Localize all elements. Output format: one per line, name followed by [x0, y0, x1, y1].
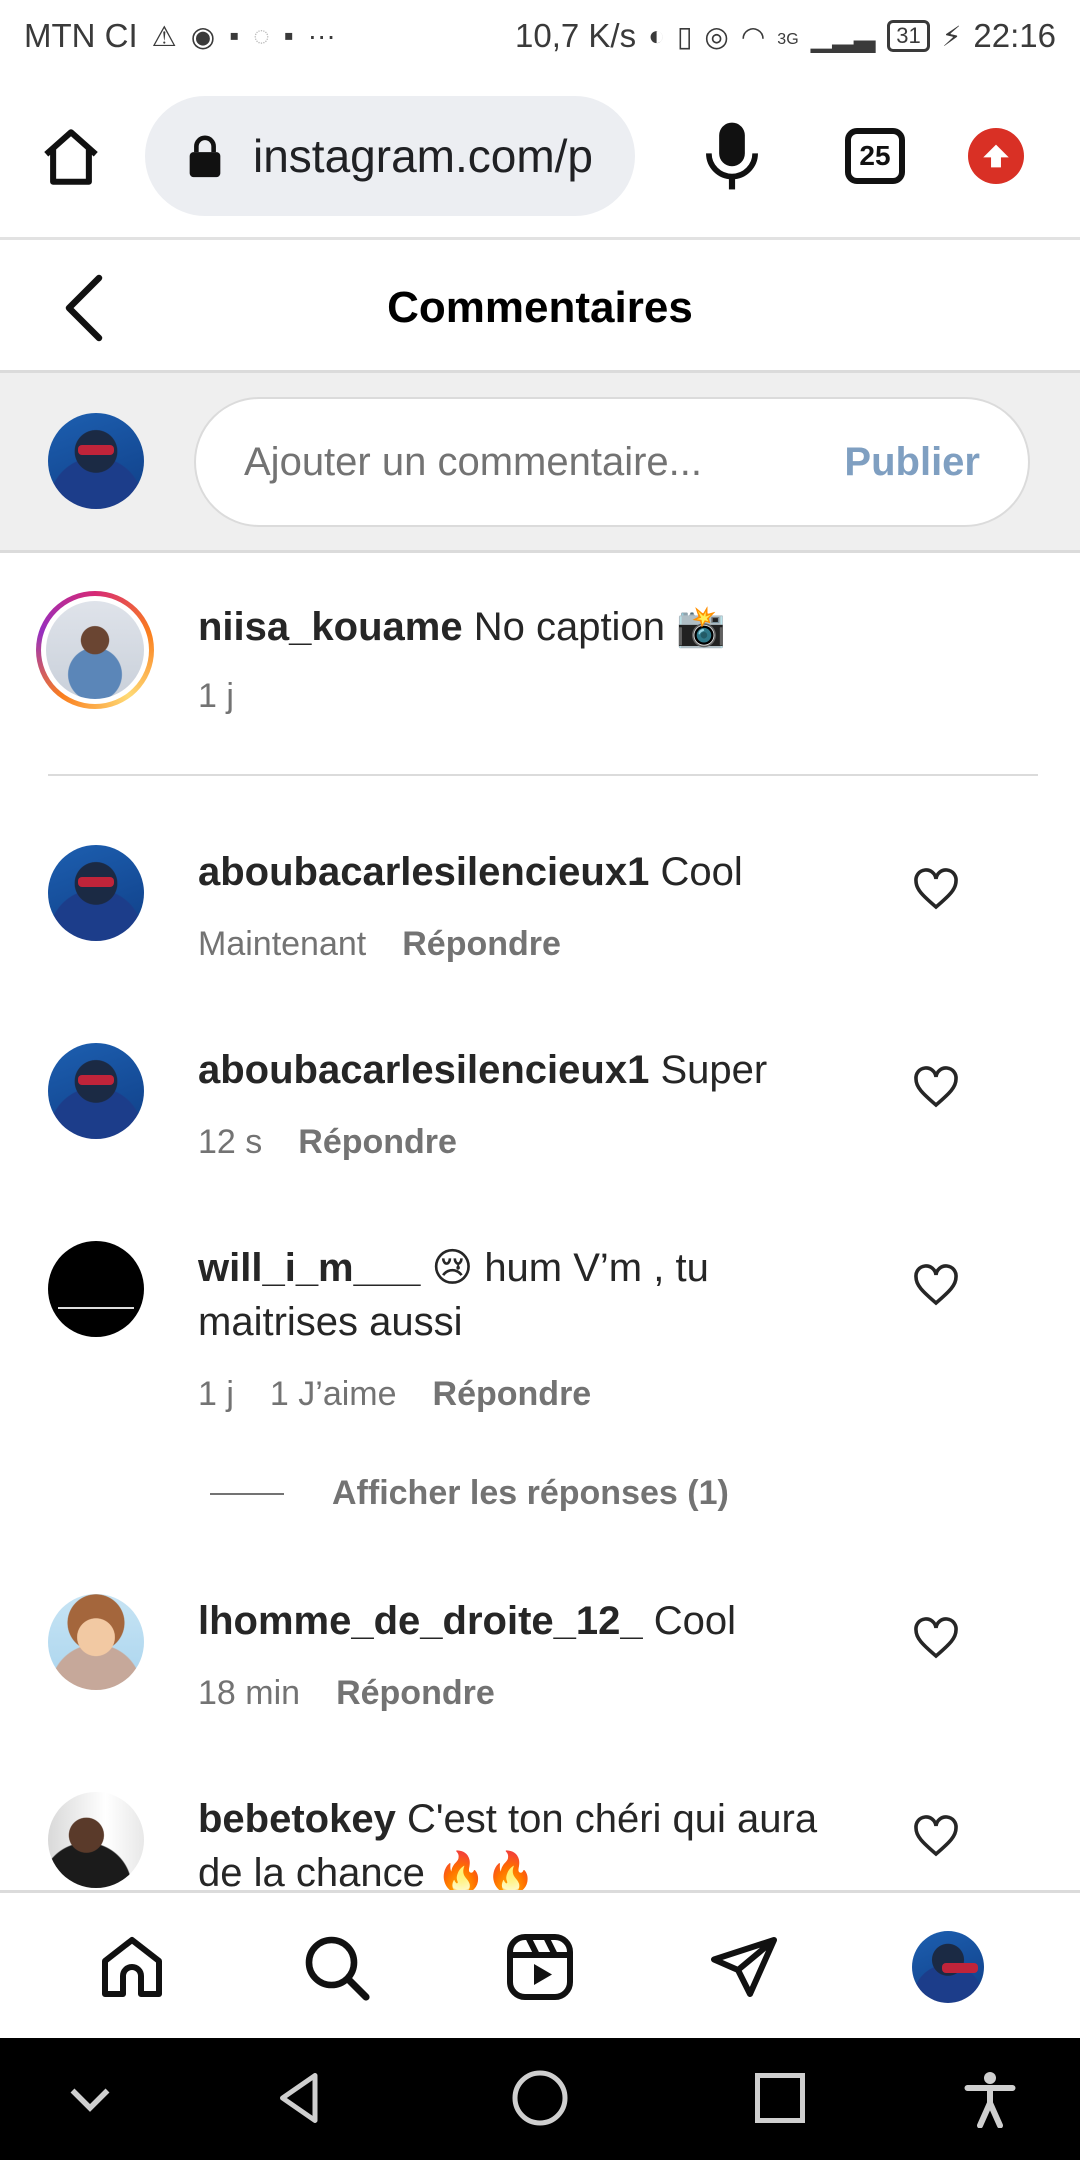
comment-body: Cool	[660, 850, 743, 894]
comment-time: Maintenant	[198, 925, 367, 963]
heart-icon[interactable]	[912, 1263, 960, 1307]
caption-username[interactable]: niisa_kouame	[198, 605, 463, 649]
caption-body: No caption 📸	[473, 605, 726, 649]
signal-icon: ▁▂▃	[810, 20, 876, 52]
comment-text: aboubacarlesilencieux1 Super	[198, 1043, 848, 1097]
status-bar: MTN CI ⚠ ◉ ▪ ◌ ▪ ··· 10,7 K/s ◐ ▯ ◎ ◠ 3G…	[0, 0, 1080, 72]
caption-time: 1 j	[198, 677, 234, 715]
reply-button[interactable]: Répondre	[336, 1674, 495, 1713]
reels-icon[interactable]	[504, 1931, 576, 2003]
comment-text: bebetokey C'est ton chéri qui aura de la…	[198, 1792, 848, 1900]
comment-username[interactable]: lhomme_de_droite_12_	[198, 1599, 643, 1643]
search-icon[interactable]	[300, 1931, 372, 2003]
comment-meta: Maintenant Répondre	[198, 925, 561, 964]
comment-meta: 18 min Répondre	[198, 1674, 495, 1713]
chevron-down-icon[interactable]	[60, 2068, 120, 2128]
microphone-icon[interactable]	[700, 120, 764, 192]
comment-input[interactable]: Ajouter un commentaire... Publier	[194, 397, 1030, 527]
more-notifications-icon: ···	[307, 20, 336, 51]
replies-line	[210, 1492, 284, 1495]
sync-icon: ◌	[253, 20, 270, 51]
network-speed: 10,7 K/s	[515, 17, 637, 54]
back-triangle-icon[interactable]	[270, 2068, 330, 2128]
reply-button[interactable]: Répondre	[402, 925, 561, 964]
comment-like-count[interactable]: 1 J’aime	[270, 1375, 397, 1414]
heart-icon[interactable]	[912, 1065, 960, 1109]
battery-indicator: 31	[887, 20, 930, 52]
vibrate-icon: ▯	[677, 20, 693, 52]
comment-input-placeholder: Ajouter un commentaire...	[244, 439, 702, 484]
commenter-avatar[interactable]	[48, 1241, 144, 1337]
recents-square-icon[interactable]	[750, 2068, 810, 2128]
commenter-avatar[interactable]	[48, 1594, 144, 1690]
message-icon: ▪	[229, 20, 240, 51]
commenter-avatar[interactable]	[48, 1043, 144, 1139]
charging-icon: ⚡	[941, 20, 962, 52]
comment-text: will_i_m___ 😢 hum V’m , tu maitrises aus…	[198, 1241, 848, 1349]
instagram-bottom-nav	[0, 1890, 1080, 2038]
message-icon: ▪	[283, 20, 294, 51]
home-icon[interactable]	[38, 124, 104, 190]
author-avatar	[46, 601, 144, 699]
chrome-icon: ◉	[190, 20, 216, 52]
page-title: Commentaires	[387, 283, 693, 332]
caption-text: niisa_kouame No caption 📸	[198, 603, 1018, 650]
comment-composer: Ajouter un commentaire... Publier	[0, 373, 1080, 553]
profile-avatar[interactable]	[912, 1931, 984, 2003]
view-replies-button[interactable]: Afficher les réponses (1)	[210, 1474, 729, 1513]
url-text: instagram.com/p	[253, 130, 594, 182]
wifi-icon: ◠	[740, 20, 766, 52]
divider	[48, 774, 1038, 776]
tab-switcher-button[interactable]: 25	[845, 128, 905, 184]
comment-username[interactable]: bebetokey	[198, 1797, 396, 1841]
home-circle-icon[interactable]	[510, 2068, 570, 2128]
clock: 22:16	[973, 17, 1056, 54]
home-icon[interactable]	[96, 1931, 168, 2003]
publish-button[interactable]: Publier	[844, 440, 980, 485]
comment-username[interactable]: will_i_m___	[198, 1246, 420, 1290]
network-type: 3G	[777, 31, 799, 48]
accessibility-icon[interactable]	[960, 2068, 1020, 2128]
browser-toolbar: instagram.com/p 25	[0, 72, 1080, 240]
comments-header: Commentaires	[0, 243, 1080, 373]
heart-icon[interactable]	[912, 1616, 960, 1660]
comment-body: Cool	[653, 1599, 737, 1643]
eye-icon: ◎	[704, 20, 729, 52]
comment-time: 12 s	[198, 1123, 263, 1161]
arrow-up-icon	[983, 144, 1009, 168]
heart-icon[interactable]	[912, 867, 960, 911]
story-ring[interactable]	[36, 591, 154, 709]
direct-message-icon[interactable]	[708, 1931, 780, 2003]
commenter-avatar[interactable]	[48, 1792, 144, 1888]
warning-icon: ⚠	[151, 20, 177, 52]
address-bar[interactable]: instagram.com/p	[145, 96, 635, 216]
comment-time: 1 j	[198, 1375, 234, 1413]
comment-meta: 1 j 1 J’aime Répondre	[198, 1375, 591, 1414]
comment-meta: 12 s Répondre	[198, 1123, 457, 1162]
update-button[interactable]	[968, 128, 1024, 184]
comment-body: Super	[660, 1048, 768, 1092]
lock-icon	[189, 135, 221, 178]
comment-username[interactable]: aboubacarlesilencieux1	[198, 850, 649, 894]
comment-time: 18 min	[198, 1674, 301, 1712]
carrier-label: MTN CI	[24, 17, 138, 54]
reply-button[interactable]: Répondre	[433, 1375, 592, 1414]
data-saver-icon: ◐	[648, 20, 665, 51]
system-navigation-bar	[0, 2038, 1080, 2160]
comment-username[interactable]: aboubacarlesilencieux1	[198, 1048, 649, 1092]
comment-text: lhomme_de_droite_12_ Cool	[198, 1594, 898, 1648]
heart-icon[interactable]	[912, 1814, 960, 1858]
reply-button[interactable]: Répondre	[298, 1123, 457, 1162]
post-caption: niisa_kouame No caption 📸 1 j	[0, 553, 1080, 775]
view-replies-label: Afficher les réponses (1)	[332, 1474, 729, 1512]
comment-text: aboubacarlesilencieux1 Cool	[198, 845, 848, 899]
current-user-avatar	[48, 413, 144, 509]
commenter-avatar[interactable]	[48, 845, 144, 941]
